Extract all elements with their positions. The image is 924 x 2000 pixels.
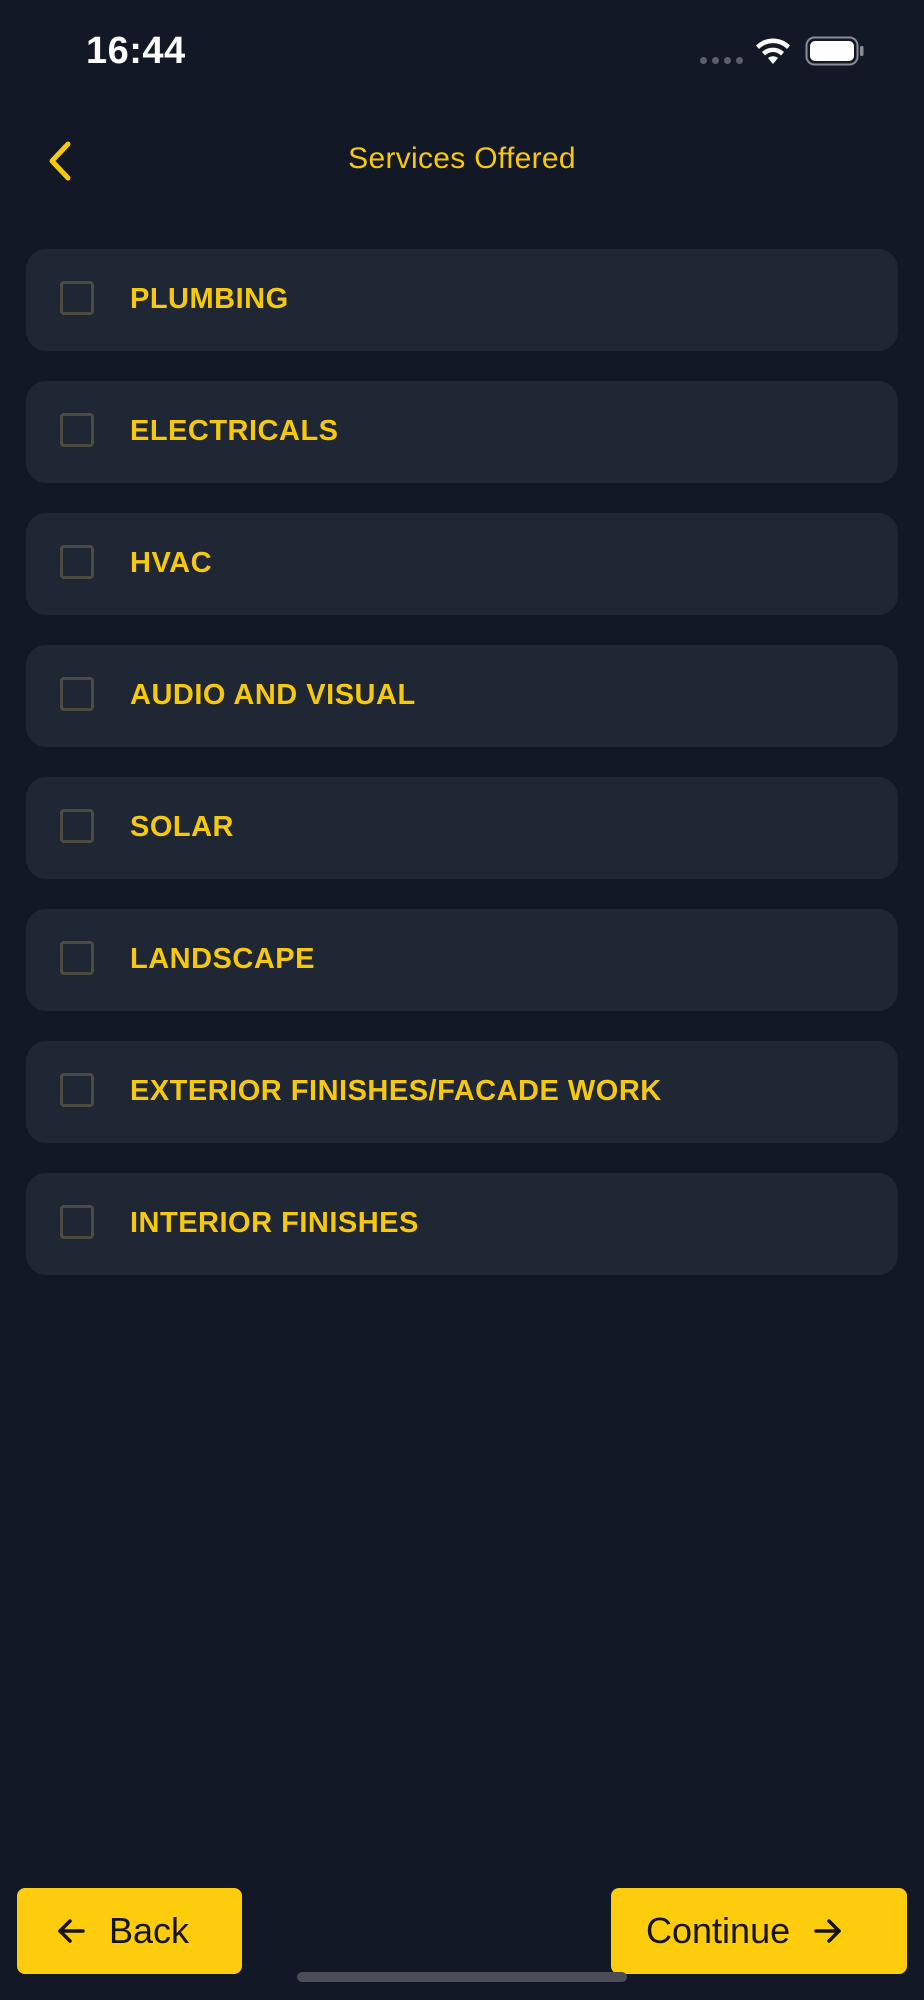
service-label: ELECTRICALS <box>130 415 339 447</box>
service-item-landscape[interactable]: LANDSCAPE <box>26 909 898 1011</box>
checkbox[interactable] <box>60 413 94 447</box>
service-label: EXTERIOR FINISHES/FACADE WORK <box>130 1075 662 1107</box>
service-list: PLUMBING ELECTRICALS HVAC AUDIO AND VISU… <box>26 249 898 1305</box>
checkbox[interactable] <box>60 1073 94 1107</box>
back-button-label: Back <box>109 1910 190 1951</box>
continue-button-label: Continue <box>646 1910 791 1951</box>
battery-icon <box>805 36 864 66</box>
page-title: Services Offered <box>348 142 576 175</box>
service-label: AUDIO AND VISUAL <box>130 679 416 711</box>
service-item-exterior-finishes[interactable]: EXTERIOR FINISHES/FACADE WORK <box>26 1041 898 1143</box>
status-bar: 16:44 <box>0 0 924 110</box>
arrow-right-icon <box>814 1919 841 1943</box>
service-label: PLUMBING <box>130 283 289 315</box>
service-item-electricals[interactable]: ELECTRICALS <box>26 381 898 483</box>
service-label: INTERIOR FINISHES <box>130 1207 419 1239</box>
status-time: 16:44 <box>86 30 186 72</box>
home-indicator <box>297 1972 627 1982</box>
service-item-plumbing[interactable]: PLUMBING <box>26 249 898 351</box>
service-item-audio-visual[interactable]: AUDIO AND VISUAL <box>26 645 898 747</box>
service-item-hvac[interactable]: HVAC <box>26 513 898 615</box>
checkbox[interactable] <box>60 281 94 315</box>
service-label: SOLAR <box>130 811 234 843</box>
service-item-solar[interactable]: SOLAR <box>26 777 898 879</box>
wifi-icon <box>756 38 790 64</box>
checkbox[interactable] <box>60 941 94 975</box>
back-button[interactable]: Back <box>17 1888 242 1974</box>
arrow-left-icon <box>58 1919 85 1943</box>
header: Services Offered <box>0 120 924 200</box>
continue-button[interactable]: Continue <box>611 1888 907 1974</box>
checkbox[interactable] <box>60 677 94 711</box>
service-label: HVAC <box>130 547 213 579</box>
checkbox[interactable] <box>60 545 94 579</box>
service-label: LANDSCAPE <box>130 943 315 975</box>
checkbox[interactable] <box>60 809 94 843</box>
service-item-interior-finishes[interactable]: INTERIOR FINISHES <box>26 1173 898 1275</box>
checkbox[interactable] <box>60 1205 94 1239</box>
cellular-signal-icon <box>700 57 743 64</box>
